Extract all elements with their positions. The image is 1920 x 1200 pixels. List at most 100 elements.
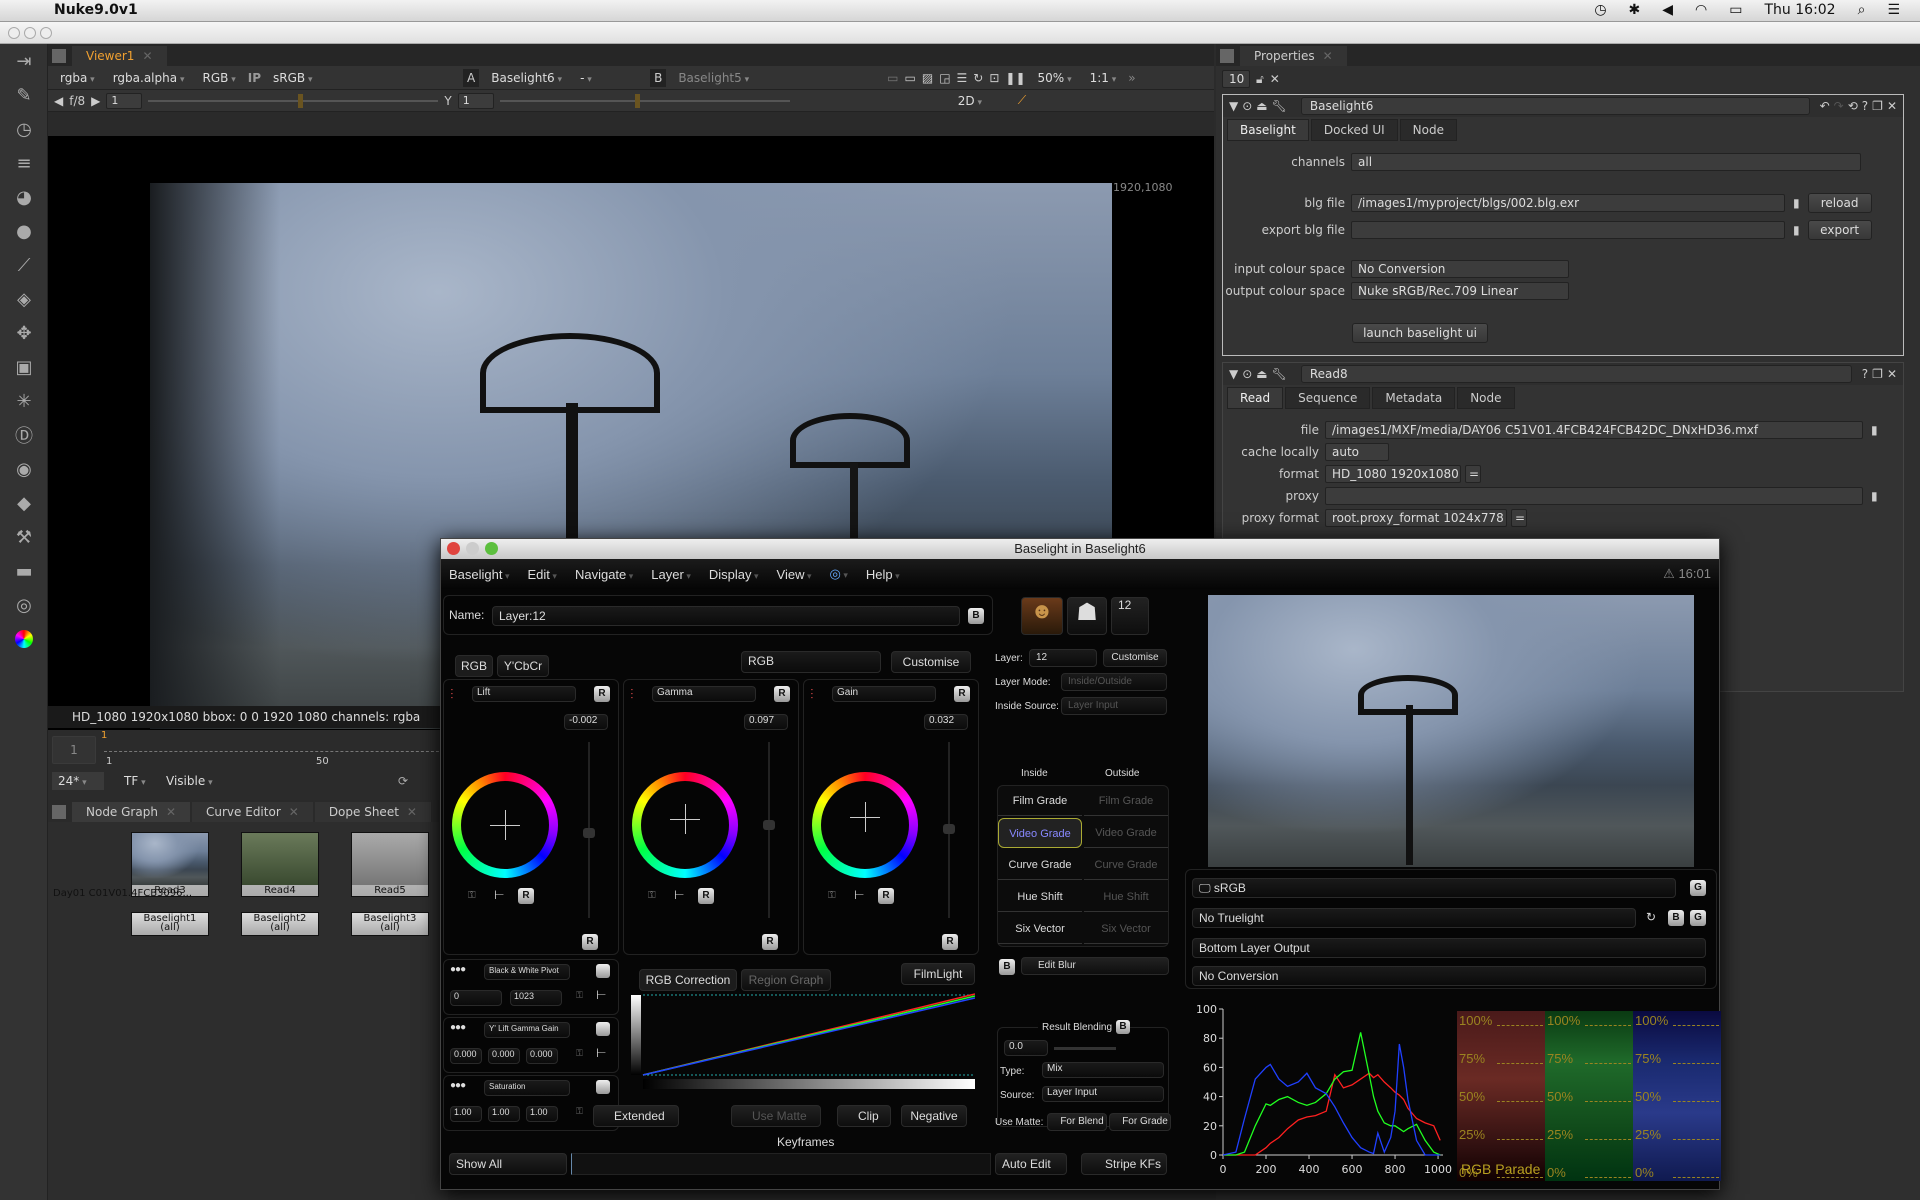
negative-toggle[interactable]: Negative (901, 1105, 967, 1127)
region-icon[interactable]: ⊡ (989, 71, 999, 85)
draw-icon[interactable]: ✎ (0, 78, 48, 112)
control-value-field[interactable]: 1.00 (526, 1106, 558, 1122)
inside-video-grade-button[interactable]: Video Grade (998, 818, 1082, 848)
node-color-icon[interactable]: ⊙ (1242, 367, 1252, 381)
fstop-prev-icon[interactable]: ◀ (54, 94, 63, 108)
pause-icon[interactable]: ❚❚ (1005, 71, 1025, 85)
blending-bypass-button[interactable]: B (1116, 1020, 1130, 1034)
menu-display[interactable]: Display (709, 567, 759, 582)
wheel-value-field[interactable]: -0.002 (564, 714, 608, 730)
source-view-button[interactable]: ☻ (1021, 597, 1063, 635)
filter-icon[interactable]: ● (0, 214, 48, 248)
tab-rgb[interactable]: RGB (455, 655, 493, 677)
tab-dope-sheet[interactable]: Dope Sheet ✕ (314, 802, 431, 822)
tab-rgb-correction[interactable]: RGB Correction (639, 969, 737, 991)
minimize-window-button[interactable] (24, 27, 36, 39)
channels-dropdown[interactable]: rgba (54, 69, 101, 87)
proxy-icon[interactable]: ▭ (905, 71, 916, 85)
other-icon[interactable]: ▬ (0, 554, 48, 588)
reset-button[interactable] (596, 1080, 610, 1094)
panel-menu-icon[interactable] (52, 805, 66, 819)
proxy-format-edit-button[interactable]: = (1511, 509, 1527, 527)
reload-button[interactable]: reload (1807, 193, 1872, 213)
wheel-reset-button[interactable]: R (518, 888, 534, 904)
slider-reset-button[interactable]: R (942, 934, 958, 950)
file-browser-icon[interactable]: ▮ (1871, 423, 1878, 437)
keyframe-track[interactable] (571, 1153, 991, 1175)
for-blend-toggle[interactable]: For Blend (1047, 1113, 1107, 1131)
file-browser-icon[interactable]: ▮ (1793, 196, 1800, 210)
float-icon[interactable]: ❐ (1872, 99, 1883, 113)
close-panel-icon[interactable]: ✕ (1887, 99, 1897, 113)
keyframe-graph-icon[interactable]: ⊢ (494, 888, 504, 902)
key-icon[interactable]: ⚿ (576, 1106, 583, 1117)
menu-navigate[interactable]: Navigate (575, 567, 633, 582)
reset-button[interactable] (596, 1022, 610, 1036)
lock-icon[interactable]: 🔓︎ (1256, 72, 1264, 87)
baselight-node[interactable]: Baselight1 (all) (131, 912, 209, 936)
tab-sequence[interactable]: Sequence (1285, 387, 1371, 409)
ratio-dropdown[interactable]: 1:1 (1084, 69, 1123, 87)
keyframe-graph-icon[interactable]: ⊢ (596, 1046, 606, 1060)
clear-panels-icon[interactable]: ✕ (1270, 72, 1280, 86)
reset-button[interactable]: R (954, 686, 970, 702)
reset-button[interactable]: R (594, 686, 610, 702)
undo-icon[interactable]: ↶ (1820, 99, 1830, 113)
truelight-dropdown[interactable]: No Truelight (1192, 908, 1636, 928)
viewer-icon[interactable]: ⏏ (1256, 367, 1267, 381)
notification-center-icon[interactable]: ☰ (1887, 2, 1900, 18)
toolsets-icon[interactable]: ⚒ (0, 520, 48, 554)
float-icon[interactable]: ❐ (1872, 367, 1883, 381)
node-color-icon[interactable]: ⊙ (1242, 99, 1252, 113)
clock[interactable]: Thu 16:02 (1765, 2, 1836, 18)
layer-mode-dropdown[interactable]: Inside/Outside (1061, 673, 1167, 691)
node-name-field[interactable]: Baselight6 (1300, 97, 1810, 115)
panel-menu-icon[interactable] (52, 49, 66, 63)
collapse-icon[interactable]: ▼ (1229, 99, 1238, 113)
viewer-lut-dropdown[interactable]: sRGB (267, 69, 331, 87)
control-mode-dropdown[interactable]: Black & White Pivot (484, 964, 570, 980)
control-value-field[interactable]: 1023 (510, 990, 562, 1006)
menu-baselight[interactable]: Baselight (449, 567, 510, 582)
channel-sliders-icon[interactable]: ⫶ (810, 686, 814, 703)
close-panel-icon[interactable]: ✕ (1887, 367, 1897, 381)
battery-icon[interactable]: ▭ (1729, 2, 1742, 18)
alpha-dropdown[interactable]: rgba.alpha (107, 69, 191, 87)
dots-menu-icon[interactable]: ●●● (450, 964, 466, 975)
outside-video-grade-button[interactable]: Video Grade (1084, 818, 1168, 848)
menu-edit[interactable]: Edit (528, 567, 557, 582)
fps-dropdown[interactable]: 24* (52, 772, 104, 790)
blend-slider[interactable] (1054, 1047, 1116, 1050)
blg-file-field[interactable]: /images1/myproject/blgs/002.blg.exr (1351, 194, 1785, 212)
tab-docked-ui[interactable]: Docked UI (1310, 119, 1398, 141)
outside-film-grade-button[interactable]: Film Grade (1084, 786, 1168, 816)
max-panels-field[interactable]: 10 (1222, 70, 1250, 88)
gain-field[interactable]: 1 (106, 92, 143, 109)
inside-six-vector-button[interactable]: Six Vector (998, 914, 1082, 944)
control-value-field[interactable]: 1.00 (450, 1106, 482, 1122)
control-value-field[interactable]: 0 (450, 990, 502, 1006)
inside-hue-shift-button[interactable]: Hue Shift (998, 882, 1082, 912)
menu-help[interactable]: Help (866, 567, 900, 582)
inside-source-dropdown[interactable]: Layer Input (1061, 697, 1167, 715)
panel-menu-icon[interactable] (1220, 49, 1234, 63)
layer-count-button[interactable]: 12 (1111, 597, 1149, 635)
display-lut-options-button[interactable]: G (1690, 880, 1706, 896)
extended-toggle[interactable]: Extended (593, 1105, 679, 1127)
lines-icon[interactable]: ☰ (957, 71, 968, 85)
blend-source-dropdown[interactable]: Layer Input (1042, 1086, 1164, 1102)
control-value-field[interactable]: 0.000 (450, 1048, 482, 1064)
layer-field[interactable]: 12 (1029, 649, 1097, 667)
keyer-icon[interactable]: ⟋ (0, 248, 48, 282)
truelight-options-button[interactable]: G (1690, 910, 1706, 926)
furnace-icon[interactable]: ◎ (0, 588, 48, 622)
color-picker-icon[interactable]: ⟋ (1018, 93, 1026, 108)
inside-film-grade-button[interactable]: Film Grade (998, 786, 1082, 816)
wrench-icon[interactable]: 🔧︎ (1272, 367, 1287, 381)
read-node[interactable]: Read5 (351, 832, 429, 897)
channels-dropdown[interactable]: all (1351, 153, 1861, 171)
export-button[interactable]: export (1807, 220, 1872, 240)
close-tab-icon[interactable]: ✕ (142, 49, 152, 63)
outside-hue-shift-button[interactable]: Hue Shift (1084, 882, 1168, 912)
control-mode-dropdown[interactable]: Saturation (484, 1080, 570, 1096)
